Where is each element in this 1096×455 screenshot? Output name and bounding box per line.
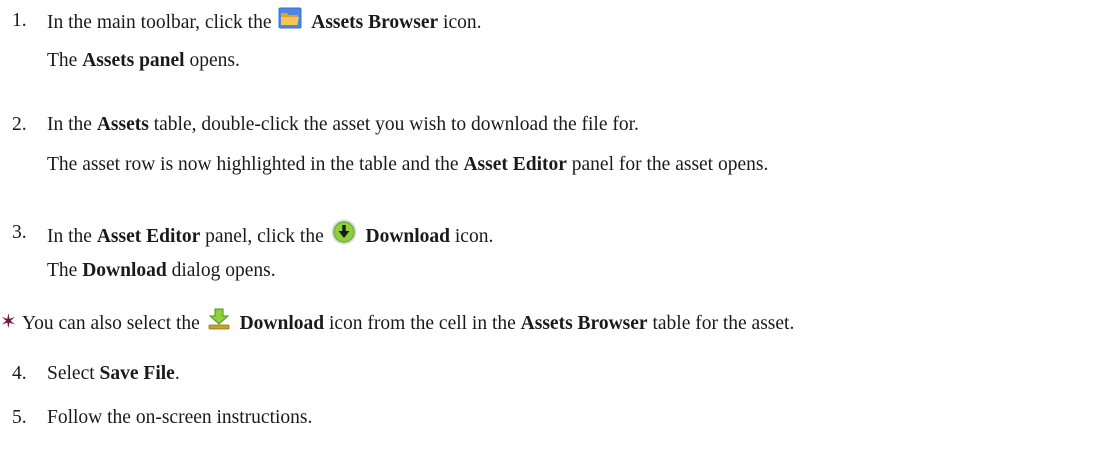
step-number: 3.	[12, 222, 27, 243]
ui-term: Download	[239, 312, 325, 334]
step-text-part: The asset row is now highlighted in the …	[47, 154, 459, 175]
step-text-part: icon.	[443, 11, 482, 33]
ui-term: Assets	[96, 114, 149, 135]
folder-icon	[278, 7, 302, 36]
step-text-part: dialog opens.	[171, 260, 276, 281]
step-text-part: table, double-click the asset you wish t…	[153, 114, 639, 135]
step-text-part: panel, click the	[205, 225, 324, 247]
note-text-part: icon from the cell in the	[328, 312, 516, 334]
ui-term: Asset Editor	[463, 154, 567, 175]
step-text-part: The	[47, 260, 78, 281]
ui-term: Download	[365, 225, 451, 247]
step-number: 2.	[12, 114, 27, 135]
download-arrow-icon	[207, 308, 231, 337]
note-text-part: table for the asset.	[652, 312, 795, 334]
ui-term: Assets Browser	[520, 312, 648, 334]
step-text: In the Asset Editor panel, click the Dow…	[47, 219, 494, 254]
step-number: 4.	[12, 363, 27, 384]
ui-term: Assets panel	[82, 50, 185, 71]
note-text-part: You can also select the	[22, 312, 200, 334]
step-text: In the main toolbar, click the Assets Br…	[47, 7, 482, 38]
step-text: Select Save File.	[47, 362, 180, 386]
step-text: In the Assets table, double-click the as…	[47, 113, 639, 137]
ui-term: Save File	[99, 363, 175, 384]
step-text-part: In the main toolbar, click the	[47, 11, 272, 33]
step-text-part: In the	[47, 114, 92, 135]
step-number: 5.	[12, 407, 27, 428]
step-result: The Assets panel opens.	[47, 49, 240, 73]
step-text-part: icon.	[454, 225, 494, 247]
download-circle-icon	[331, 219, 357, 252]
note-text: You can also select the Download icon fr…	[22, 308, 795, 339]
step-text-part: .	[174, 363, 180, 384]
step-text: Follow the on-screen instructions.	[47, 407, 313, 428]
step-text-part: Select	[47, 363, 95, 384]
step-result: The Download dialog opens.	[47, 259, 276, 283]
ui-term: Assets Browser	[311, 11, 439, 33]
ui-term: Asset Editor	[96, 225, 201, 247]
step-text-part: In the	[47, 225, 92, 247]
step-result: The asset row is now highlighted in the …	[47, 153, 768, 177]
star-icon: ✶	[0, 311, 17, 333]
step-text-part: The	[47, 50, 78, 71]
step-text-part: opens.	[189, 50, 240, 71]
ui-term: Download	[82, 260, 167, 281]
step-number: 1.	[12, 10, 27, 31]
step-text-part: panel for the asset opens.	[571, 154, 769, 175]
